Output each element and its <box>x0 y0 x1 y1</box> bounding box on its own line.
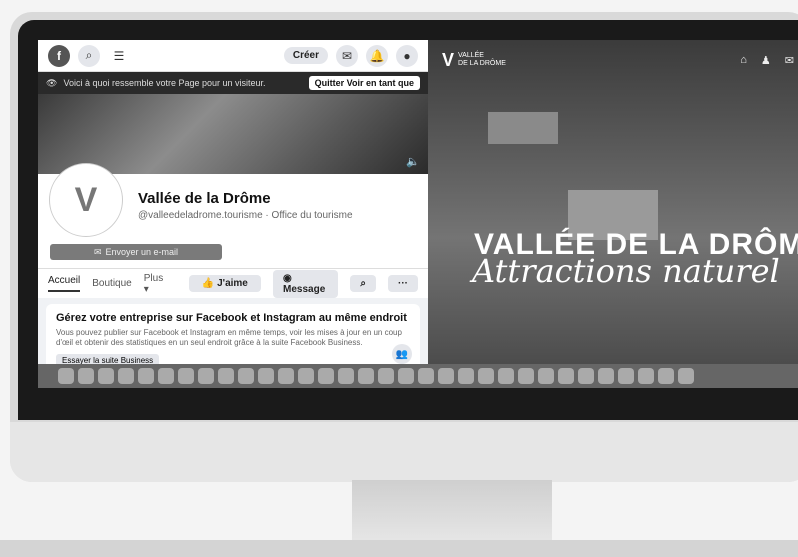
dock-app-icon[interactable] <box>378 368 394 384</box>
mail-icon[interactable]: ✉ <box>785 54 794 67</box>
create-button[interactable]: Créer <box>283 47 328 64</box>
dock-app-icon[interactable] <box>338 368 354 384</box>
page-header: V Vallée de la Drôme @valleedeladrome.to… <box>38 164 428 240</box>
eye-icon: 👁 <box>46 77 58 88</box>
logo-mark-icon: V <box>442 50 455 70</box>
dock-app-icon[interactable] <box>438 368 454 384</box>
monitor-stand <box>352 480 552 542</box>
send-email-button[interactable]: ✉ Envoyer un e-mail <box>50 244 222 260</box>
notifications-icon[interactable]: 🔔 <box>366 44 388 67</box>
dock-app-icon[interactable] <box>418 368 434 384</box>
hero-subtitle: Attractions naturel <box>472 252 780 290</box>
dock-app-icon[interactable] <box>318 368 334 384</box>
dock-app-icon[interactable] <box>358 368 374 384</box>
messenger-icon[interactable]: ✉ <box>336 44 358 67</box>
tab-home[interactable]: Accueil <box>48 275 81 292</box>
dock-app-icon[interactable] <box>198 368 214 384</box>
dock-app-icon[interactable] <box>638 368 654 384</box>
dock-app-icon[interactable] <box>578 368 594 384</box>
dock-app-icon[interactable] <box>158 368 174 384</box>
dock <box>38 364 798 388</box>
email-row: ✉ Envoyer un e-mail <box>38 240 428 268</box>
dock-app-icon[interactable] <box>658 368 674 384</box>
photo-building <box>488 112 558 144</box>
banner-text: Voici à quoi ressemble votre Page pour u… <box>63 78 266 88</box>
cover-photo: 🔈 <box>38 94 428 174</box>
visitor-view-banner: 👁 Voici à quoi ressemble votre Page pour… <box>38 72 428 94</box>
site-logo[interactable]: V VALLÉE DE LA DRÔME <box>442 50 506 70</box>
monitor-base <box>0 540 798 557</box>
dock-app-icon[interactable] <box>78 368 94 384</box>
facebook-pane: f ⌕ ☰ Créer ✉ 🔔 ● 👁 Voici à quoi ressemb… <box>38 40 428 370</box>
message-button[interactable]: ◉ Message <box>273 269 339 298</box>
dock-app-icon[interactable] <box>598 368 614 384</box>
card-body: Vous pouvez publier sur Facebook et Inst… <box>56 328 402 347</box>
tab-more[interactable]: Plus ▾ <box>144 273 167 295</box>
bag-icon[interactable]: ⌂ <box>740 54 747 67</box>
dock-app-icon[interactable] <box>558 368 574 384</box>
sound-icon[interactable]: 🔈 <box>406 155 420 168</box>
facebook-topbar: f ⌕ ☰ Créer ✉ 🔔 ● <box>38 40 428 72</box>
page-tabs: Accueil Boutique Plus ▾ 👍 J'aime ◉ Messa… <box>38 268 428 298</box>
message-label: Message <box>283 283 326 295</box>
dock-app-icon[interactable] <box>618 368 634 384</box>
logo-line1: VALLÉE <box>458 52 484 59</box>
dock-app-icon[interactable] <box>258 368 274 384</box>
page-title: Vallée de la Drôme <box>138 190 271 207</box>
dock-app-icon[interactable] <box>298 368 314 384</box>
people-icon: 👥 <box>392 344 412 364</box>
site-header-icons: ⌂ ♟ ✉ <box>740 54 794 67</box>
dock-app-icon[interactable] <box>218 368 234 384</box>
monitor-chin <box>10 422 798 482</box>
screen: f ⌕ ☰ Créer ✉ 🔔 ● 👁 Voici à quoi ressemb… <box>38 40 798 370</box>
page-avatar[interactable]: V <box>50 164 122 236</box>
dock-app-icon[interactable] <box>678 368 694 384</box>
search-page-button[interactable]: ⌕ <box>350 275 376 292</box>
like-button[interactable]: 👍 J'aime <box>188 275 262 292</box>
dock-app-icon[interactable] <box>238 368 254 384</box>
avatar[interactable]: ● <box>396 44 418 67</box>
dock-app-icon[interactable] <box>278 368 294 384</box>
tab-shop[interactable]: Boutique <box>92 278 131 289</box>
dock-app-icon[interactable] <box>498 368 514 384</box>
dock-app-icon[interactable] <box>518 368 534 384</box>
more-options-button[interactable]: ··· <box>388 275 418 292</box>
user-icon[interactable]: ♟ <box>761 54 771 67</box>
dock-app-icon[interactable] <box>398 368 414 384</box>
tourism-site-pane: V VALLÉE DE LA DRÔME ⌂ ♟ ✉ VALLÉE DE LA … <box>428 40 798 370</box>
send-email-label: Envoyer un e-mail <box>105 247 179 257</box>
logo-line2: DE LA DRÔME <box>458 60 506 67</box>
dock-app-icon[interactable] <box>98 368 114 384</box>
page-handle: @valleedeladrome.tourisme · Office du to… <box>138 210 353 221</box>
dock-app-icon[interactable] <box>58 368 74 384</box>
dock-app-icon[interactable] <box>138 368 154 384</box>
dock-app-icon[interactable] <box>458 368 474 384</box>
facebook-logo-icon[interactable]: f <box>48 44 70 67</box>
mail-icon: ✉ <box>93 246 102 257</box>
menu-icon[interactable]: ☰ <box>108 45 130 67</box>
dock-app-icon[interactable] <box>538 368 554 384</box>
card-title: Gérez votre entreprise sur Facebook et I… <box>56 312 407 324</box>
like-label: J'aime <box>217 278 248 289</box>
dock-app-icon[interactable] <box>118 368 134 384</box>
dock-app-icon[interactable] <box>178 368 194 384</box>
business-suite-card: Gérez votre entreprise sur Facebook et I… <box>46 304 420 370</box>
dock-app-icon[interactable] <box>478 368 494 384</box>
quit-view-as-button[interactable]: Quitter Voir en tant que <box>308 76 420 90</box>
search-icon[interactable]: ⌕ <box>78 44 100 67</box>
